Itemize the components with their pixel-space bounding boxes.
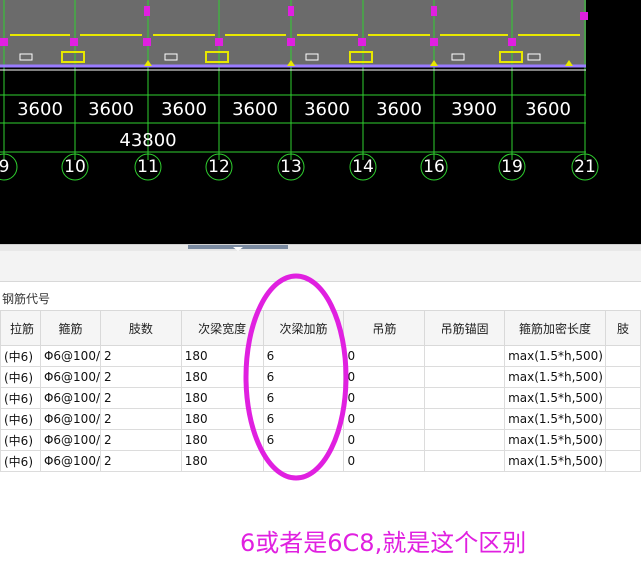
axis-label: 10 (64, 157, 86, 177)
dimension-label: 3600 (161, 99, 207, 120)
dimension-label: 3600 (304, 99, 350, 120)
beam-plan-drawing (0, 0, 599, 181)
table-header-row: 拉筋 箍筋 肢数 次梁宽度 次梁加筋 吊筋 吊筋锚固 箍筋加密长度 肢 (0, 310, 641, 346)
table-cell[interactable]: 2 (100, 366, 182, 388)
table-cell[interactable] (605, 450, 641, 472)
cad-drawing-area[interactable]: 3600 3600 3600 3600 3600 3600 3900 3600 … (0, 0, 641, 244)
column-header[interactable]: 吊筋 (343, 310, 426, 346)
table-cell[interactable]: 180 (180, 345, 264, 367)
table-cell[interactable]: 2 (100, 387, 182, 409)
table-cell[interactable]: 6 (262, 429, 345, 451)
annotation-note: 6或者是6C8,就是这个区别 (240, 529, 527, 557)
table-cell[interactable] (424, 429, 506, 451)
table-cell[interactable] (605, 345, 641, 367)
table-cell[interactable]: 6 (262, 366, 345, 388)
axis-label: 12 (208, 157, 230, 177)
axis-label: 19 (501, 157, 523, 177)
table-cell[interactable] (424, 408, 506, 430)
table-cell[interactable]: 0 (343, 345, 426, 367)
table-cell[interactable]: 0 (343, 387, 426, 409)
table-cell[interactable]: (中6) (0, 387, 41, 409)
table-cell[interactable] (424, 345, 506, 367)
table-cell[interactable]: max(1.5*h,500) (504, 387, 607, 409)
table-cell[interactable]: 2 (100, 450, 182, 472)
table-cell[interactable] (605, 408, 641, 430)
table-row[interactable]: (中6) Φ6@100/2 180 6 0 max(1.5*h,500) (0, 387, 641, 409)
table-cell[interactable]: 2 (100, 345, 182, 367)
table-cell[interactable] (605, 387, 641, 409)
rebar-table: 拉筋 箍筋 肢数 次梁宽度 次梁加筋 吊筋 吊筋锚固 箍筋加密长度 肢 (中6)… (0, 310, 641, 472)
table-cell[interactable]: max(1.5*h,500) (504, 408, 607, 430)
table-cell[interactable]: Φ6@100/ (39, 429, 102, 451)
table-cell[interactable]: 180 (180, 366, 264, 388)
table-cell[interactable] (424, 450, 506, 472)
panel-toolbar (0, 251, 641, 282)
table-cell[interactable]: Φ6@100/ (39, 408, 102, 430)
table-cell[interactable]: (中6) (0, 366, 41, 388)
column-header[interactable]: 拉筋 (0, 310, 41, 346)
table-cell[interactable]: max(1.5*h,500) (504, 429, 607, 451)
dimension-label: 3900 (451, 99, 497, 120)
table-cell[interactable] (424, 366, 506, 388)
axis-label: 21 (574, 157, 596, 177)
axis-label: 13 (280, 157, 302, 177)
column-header[interactable]: 肢数 (100, 310, 182, 346)
table-cell[interactable]: 0 (343, 366, 426, 388)
table-cell[interactable]: (中6) (0, 345, 41, 367)
dimension-label: 3600 (525, 99, 571, 120)
panel-header: 钢筋代号 (0, 282, 641, 311)
table-cell[interactable]: max(1.5*h,500) (504, 450, 607, 472)
table-cell[interactable]: 0 (343, 408, 426, 430)
panel-title: 钢筋代号 (2, 292, 51, 306)
table-cell[interactable]: 2 (100, 408, 182, 430)
dimension-label: 3600 (88, 99, 134, 120)
table-row[interactable]: (中6) Φ6@100/2 180 6 0 max(1.5*h,500) (0, 345, 641, 367)
table-row[interactable]: (中6) Φ6@100/2 180 6 0 max(1.5*h,500) (0, 408, 641, 430)
axis-label: 11 (137, 157, 159, 177)
axis-label: 14 (352, 157, 374, 177)
table-cell[interactable]: 2 (100, 429, 182, 451)
dimension-label: 3600 (17, 99, 63, 120)
table-row[interactable]: (中6) Φ6@100/2 180 6 0 max(1.5*h,500) (0, 429, 641, 451)
table-cell[interactable]: 180 (180, 429, 264, 451)
table-cell[interactable]: 6 (262, 387, 345, 409)
table-cell[interactable]: 6 (262, 345, 345, 367)
axis-label: 9 (0, 157, 10, 177)
table-cell[interactable]: max(1.5*h,500) (504, 366, 607, 388)
table-cell[interactable]: 180 (180, 408, 264, 430)
column-header[interactable]: 箍筋加密长度 (504, 310, 607, 346)
table-cell[interactable]: 0 (343, 450, 426, 472)
dimension-label: 3600 (376, 99, 422, 120)
table-cell[interactable]: (中6) (0, 450, 41, 472)
table-row[interactable]: (中6) Φ6@100/2 180 0 max(1.5*h,500) (0, 450, 641, 472)
table-cell[interactable]: max(1.5*h,500) (504, 345, 607, 367)
column-header[interactable]: 次梁加筋 (262, 310, 345, 346)
table-cell[interactable] (424, 387, 506, 409)
table-cell[interactable]: (中6) (0, 429, 41, 451)
total-dimension-label: 43800 (119, 130, 177, 151)
table-cell[interactable]: Φ6@100/ (39, 366, 102, 388)
column-header[interactable]: 次梁宽度 (180, 310, 264, 346)
column-header[interactable]: 吊筋锚固 (424, 310, 506, 346)
dimension-label: 3600 (232, 99, 278, 120)
table-cell[interactable]: 180 (180, 387, 264, 409)
table-cell[interactable]: (中6) (0, 408, 41, 430)
table-cell[interactable]: Φ6@100/ (39, 387, 102, 409)
table-cell[interactable]: Φ6@100/ (39, 450, 102, 472)
table-cell[interactable]: 180 (180, 450, 264, 472)
table-cell[interactable] (605, 429, 641, 451)
table-cell[interactable] (605, 366, 641, 388)
column-header[interactable]: 肢 (605, 310, 641, 346)
column-header[interactable]: 箍筋 (39, 310, 102, 346)
table-cell[interactable]: 0 (343, 429, 426, 451)
table-cell[interactable]: Φ6@100/ (39, 345, 102, 367)
table-cell[interactable]: 6 (262, 408, 345, 430)
axis-label: 16 (423, 157, 445, 177)
table-cell[interactable] (262, 450, 345, 472)
table-row[interactable]: (中6) Φ6@100/2 180 6 0 max(1.5*h,500) (0, 366, 641, 388)
